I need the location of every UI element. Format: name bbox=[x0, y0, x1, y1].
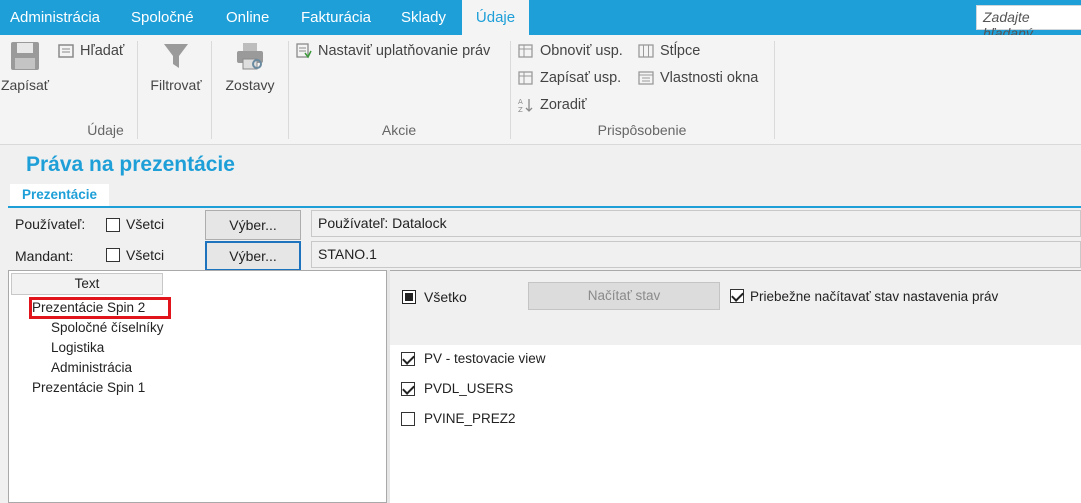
menu-spolocne[interactable]: Spoločné bbox=[131, 0, 194, 35]
columns-label: Stĺpce bbox=[660, 43, 701, 59]
write-settings-button[interactable]: Zapísať usp. bbox=[518, 70, 621, 86]
load-state-button[interactable]: Načítať stav bbox=[528, 282, 720, 310]
window-properties-label: Vlastnosti okna bbox=[660, 70, 759, 86]
columns-icon bbox=[638, 43, 654, 59]
find-icon bbox=[58, 43, 74, 59]
menu-udaje[interactable]: Údaje bbox=[462, 0, 529, 35]
client-select-button[interactable]: Výber... bbox=[205, 241, 301, 271]
tree-column-header[interactable]: Text bbox=[11, 273, 163, 295]
sort-az-icon: AZ bbox=[518, 97, 534, 114]
tab-prezentacie[interactable]: Prezentácie bbox=[10, 184, 110, 206]
ribbon-divider bbox=[211, 41, 212, 139]
save-label: Zapísať bbox=[0, 77, 50, 93]
tab-strip: Prezentácie bbox=[8, 184, 1081, 208]
table-save-icon bbox=[518, 70, 534, 86]
presentation-tree[interactable]: Text Prezentácie Spin 2 Spoločné číselní… bbox=[8, 270, 388, 503]
right-label: PVDL_USERS bbox=[424, 381, 514, 396]
group-label-prisposobenie: Prispôsobenie bbox=[597, 122, 687, 138]
ribbon-divider bbox=[774, 41, 775, 139]
group-label-udaje: Údaje bbox=[87, 122, 124, 138]
find-button[interactable]: Hľadať bbox=[58, 43, 124, 59]
refresh-settings-button[interactable]: Obnoviť usp. bbox=[518, 43, 623, 59]
user-all-label: Všetci bbox=[126, 216, 165, 232]
client-all-checkbox[interactable] bbox=[106, 248, 120, 262]
rights-list: PV - testovacie view PVDL_USERS PVINE_PR… bbox=[390, 345, 1081, 503]
sort-label: Zoradiť bbox=[540, 97, 587, 113]
user-select-button[interactable]: Výber... bbox=[205, 210, 301, 240]
user-all-checkbox[interactable] bbox=[106, 218, 120, 232]
sort-button[interactable]: AZ Zoradiť bbox=[518, 97, 587, 114]
right-label: PVINE_PREZ2 bbox=[424, 411, 516, 426]
right-checkbox[interactable] bbox=[401, 382, 415, 396]
funnel-icon bbox=[161, 41, 191, 71]
page-title: Práva na prezentácie bbox=[26, 153, 235, 176]
all-rights-checkbox[interactable] bbox=[402, 290, 416, 304]
printer-icon bbox=[235, 41, 265, 71]
auto-load-checkbox[interactable] bbox=[730, 289, 744, 303]
save-button[interactable]: Zapísať bbox=[0, 41, 50, 93]
group-label-akcie: Akcie bbox=[381, 122, 417, 138]
tree-item[interactable]: Spoločné číselníky bbox=[51, 320, 164, 335]
set-rights-label: Nastaviť uplatňovanie práv bbox=[318, 43, 491, 59]
reports-button[interactable]: Zostavy bbox=[221, 41, 279, 93]
find-label: Hľadať bbox=[80, 43, 125, 59]
user-value-field: Používateľ: Datalock bbox=[311, 210, 1081, 237]
set-rights-button[interactable]: Nastaviť uplatňovanie práv bbox=[296, 43, 490, 59]
tree-item[interactable]: Administrácia bbox=[51, 360, 132, 375]
right-label: PV - testovacie view bbox=[424, 351, 546, 366]
columns-button[interactable]: Stĺpce bbox=[638, 43, 700, 59]
rights-toolbar: Všetko Načítať stav Priebežne načítavať … bbox=[390, 270, 1081, 345]
right-checkbox[interactable] bbox=[401, 352, 415, 366]
menu-online[interactable]: Online bbox=[226, 0, 269, 35]
search-input[interactable]: Zadajte hľadaný bbox=[976, 5, 1081, 41]
filter-label: Filtrovať bbox=[150, 77, 202, 93]
menu-sklady[interactable]: Sklady bbox=[401, 0, 446, 35]
tree-item[interactable]: Logistika bbox=[51, 340, 104, 355]
client-all-label: Všetci bbox=[126, 247, 165, 263]
menu-fakturacia[interactable]: Fakturácia bbox=[301, 0, 371, 35]
client-label: Mandant: bbox=[15, 248, 74, 264]
write-settings-label: Zapísať usp. bbox=[540, 70, 622, 86]
window-properties-icon bbox=[638, 70, 654, 86]
all-rights-label: Všetko bbox=[424, 289, 467, 305]
ribbon-toolbar: Zapísať Hľadať Filtrovať Údaje Zostavy N… bbox=[0, 35, 1081, 145]
main-menu-bar: Administrácia Spoločné Online Fakturácia… bbox=[0, 0, 1081, 41]
svg-text:A: A bbox=[518, 98, 523, 106]
refresh-settings-label: Obnoviť usp. bbox=[540, 43, 623, 59]
reports-label: Zostavy bbox=[225, 77, 275, 93]
filter-button[interactable]: Filtrovať bbox=[146, 41, 206, 93]
indeterminate-mark bbox=[405, 293, 413, 301]
menu-administracia[interactable]: Administrácia bbox=[10, 0, 100, 35]
svg-text:Z: Z bbox=[518, 106, 523, 113]
tree-item[interactable]: Prezentácie Spin 1 bbox=[32, 380, 145, 395]
right-checkbox[interactable] bbox=[401, 412, 415, 426]
table-refresh-icon bbox=[518, 43, 534, 59]
rights-icon bbox=[296, 43, 312, 59]
window-properties-button[interactable]: Vlastnosti okna bbox=[638, 70, 758, 86]
floppy-disk-icon bbox=[10, 41, 40, 71]
auto-load-label: Priebežne načítavať stav nastavenia práv bbox=[750, 289, 999, 304]
tree-item[interactable]: Prezentácie Spin 2 bbox=[32, 300, 145, 315]
client-value-field: STANO.1 bbox=[311, 241, 1081, 268]
user-label: Používateľ: bbox=[15, 216, 86, 232]
